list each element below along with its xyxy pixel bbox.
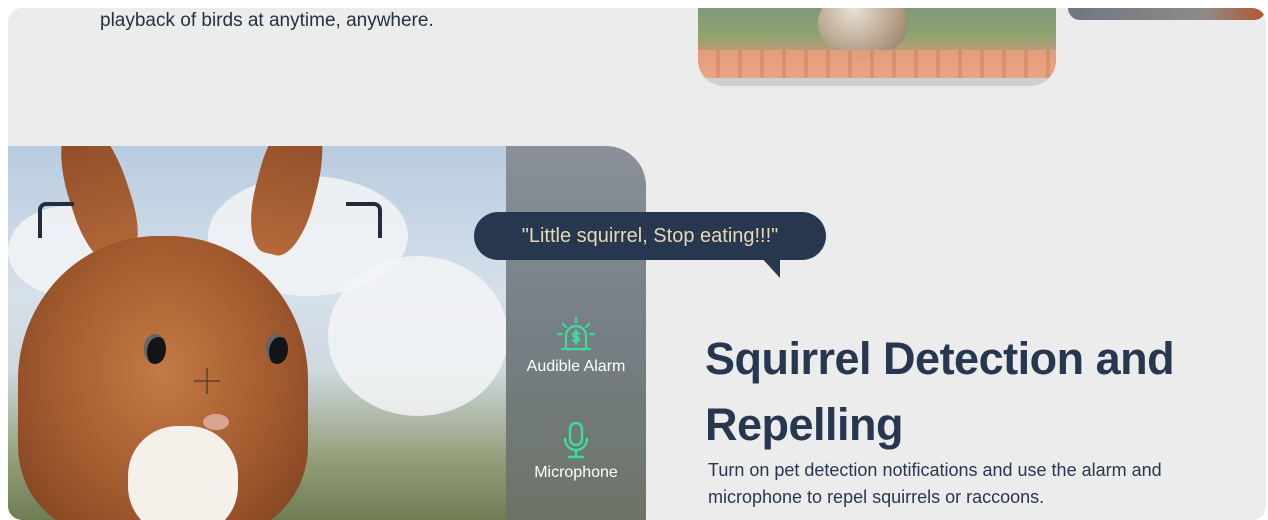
feature-audible-alarm: Audible Alarm: [506, 314, 646, 376]
squirrel-nose: [203, 414, 229, 430]
squirrel-chest: [128, 426, 238, 520]
squirrel-eye: [266, 334, 288, 364]
detection-frame-corner-top-left: [38, 202, 74, 238]
squirrel-eye: [144, 334, 166, 364]
intro-text: playback of birds at anytime, anywhere.: [100, 10, 434, 31]
bird-feeder-photo: [698, 8, 1056, 86]
partial-photo-strip: [1068, 8, 1266, 20]
page-container: playback of birds at anytime, anywhere.: [8, 8, 1266, 520]
section-heading: Squirrel Detection and Repelling: [705, 333, 1175, 450]
crosshair-icon: [194, 368, 220, 394]
feature-microphone: Microphone: [506, 420, 646, 482]
speech-bubble: "Little squirrel, Stop eating!!!": [474, 212, 826, 260]
microphone-icon: [563, 421, 589, 459]
section-description: Turn on pet detection notifications and …: [708, 460, 1162, 507]
feeder-tray: [698, 50, 1056, 80]
alarm-icon: [556, 316, 596, 351]
feeder-base: [698, 78, 1056, 86]
feature-label: Microphone: [534, 464, 618, 481]
squirrel-photo: [8, 146, 506, 520]
detection-frame-corner-top-right: [346, 202, 382, 238]
feature-side-panel: Audible Alarm Microphone: [506, 146, 646, 520]
feature-label: Audible Alarm: [526, 358, 626, 375]
speech-bubble-tail: [760, 256, 780, 278]
cloud-shape: [328, 256, 506, 416]
